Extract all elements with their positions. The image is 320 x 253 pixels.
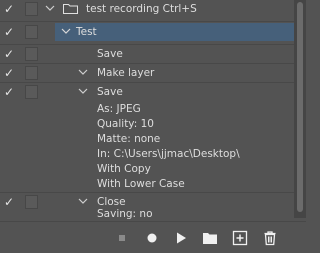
stop-icon[interactable] [113, 229, 131, 247]
chevron-down-icon[interactable] [60, 25, 72, 37]
scrollbar-thumb[interactable] [297, 2, 303, 212]
toggle-dialog-box[interactable] [25, 66, 38, 80]
play-icon[interactable] [172, 229, 190, 247]
action-row-test[interactable]: ✓ Test [0, 23, 294, 41]
toggle-dialog-box[interactable] [25, 85, 38, 99]
action-set-label: test recording Ctrl+S [86, 3, 197, 15]
command-label: Make layer [97, 67, 155, 79]
toggle-item-check-icon[interactable]: ✓ [4, 24, 18, 40]
command-row-save-expanded[interactable]: ✓ Save [0, 83, 294, 101]
chevron-down-icon[interactable] [44, 2, 56, 14]
action-label: Test [76, 26, 97, 38]
toggle-item-check-icon[interactable]: ✓ [4, 65, 18, 81]
command-label: Save [97, 86, 123, 98]
command-detail-format: As: JPEG [97, 103, 141, 115]
toggle-dialog-box[interactable] [25, 47, 38, 61]
toggle-dialog-box[interactable] [25, 195, 38, 209]
action-set-row[interactable]: ✓ test recording Ctrl+S [0, 0, 294, 18]
toggle-item-check-icon[interactable]: ✓ [4, 84, 18, 100]
trash-icon[interactable] [261, 229, 279, 247]
command-label: Save [97, 48, 123, 60]
toggle-dialog-box[interactable] [25, 2, 38, 16]
row-divider [0, 21, 294, 22]
chevron-down-icon[interactable] [77, 195, 89, 207]
new-action-icon[interactable] [231, 229, 249, 247]
toggle-item-check-icon[interactable]: ✓ [4, 46, 18, 62]
chevron-down-icon[interactable] [77, 66, 89, 78]
chevron-down-icon[interactable] [77, 85, 89, 97]
command-row-save[interactable]: ✓ Save [0, 45, 294, 63]
command-detail-copy: With Copy [97, 163, 151, 175]
actions-toolbar [0, 221, 306, 253]
command-detail-saving: Saving: no [97, 208, 153, 220]
toggle-item-check-icon[interactable]: ✓ [4, 1, 18, 17]
actions-panel: ✓ test recording Ctrl+S ✓ Test ✓ Save ✓ … [0, 0, 306, 253]
command-detail-quality: Quality: 10 [97, 118, 154, 130]
toggle-item-check-icon[interactable]: ✓ [4, 194, 18, 210]
folder-icon [63, 4, 78, 14]
toggle-dialog-box[interactable] [25, 25, 38, 39]
folder-icon[interactable] [201, 229, 219, 247]
command-row-make-layer[interactable]: ✓ Make layer [0, 64, 294, 82]
command-detail-matte: Matte: none [97, 133, 161, 145]
command-detail-case: With Lower Case [97, 178, 185, 190]
record-icon[interactable] [143, 229, 161, 247]
command-detail-location: In: C:\Users\jjmac\Desktop\ [97, 148, 240, 160]
